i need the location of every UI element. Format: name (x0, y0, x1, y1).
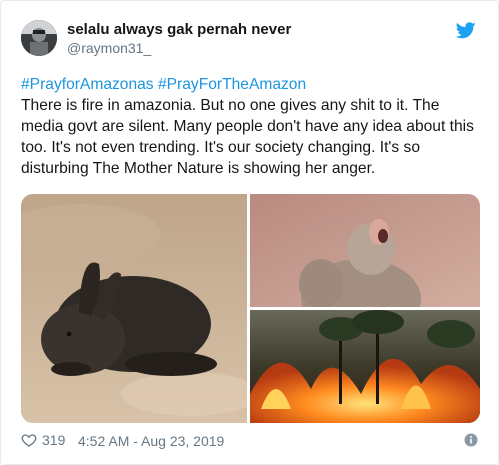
tweet-card: selalu always gak pernah never @raymon31… (0, 0, 499, 465)
display-name[interactable]: selalu always gak pernah never (67, 21, 291, 38)
burned-rabbit-image[interactable] (21, 194, 261, 423)
like-button[interactable]: 319 (21, 432, 65, 448)
media-grid (21, 194, 480, 423)
user-handle[interactable]: @raymon31_ (67, 40, 151, 56)
hashtag-link[interactable]: #PrayForTheAmazon (158, 76, 306, 93)
heart-outline-icon (21, 434, 37, 447)
hashtag-link[interactable]: #PrayforAmazonas (21, 76, 154, 93)
tweet-text: #PrayforAmazonas #PrayForTheAmazon There… (21, 74, 481, 179)
timestamp[interactable]: 4:52 AM - Aug 23, 2019 (78, 433, 224, 449)
info-circle-icon[interactable] (464, 433, 478, 447)
hashtag-line: #PrayforAmazonas #PrayForTheAmazon (21, 74, 481, 95)
avatar[interactable] (21, 20, 57, 56)
tweet-footer: 319 4:52 AM - Aug 23, 2019 (21, 431, 478, 453)
twitter-bird-icon[interactable] (455, 22, 476, 39)
tweet-body: There is fire in amazonia. But no one gi… (21, 97, 474, 177)
like-count: 319 (42, 432, 66, 448)
forest-fire-image[interactable] (250, 310, 480, 423)
